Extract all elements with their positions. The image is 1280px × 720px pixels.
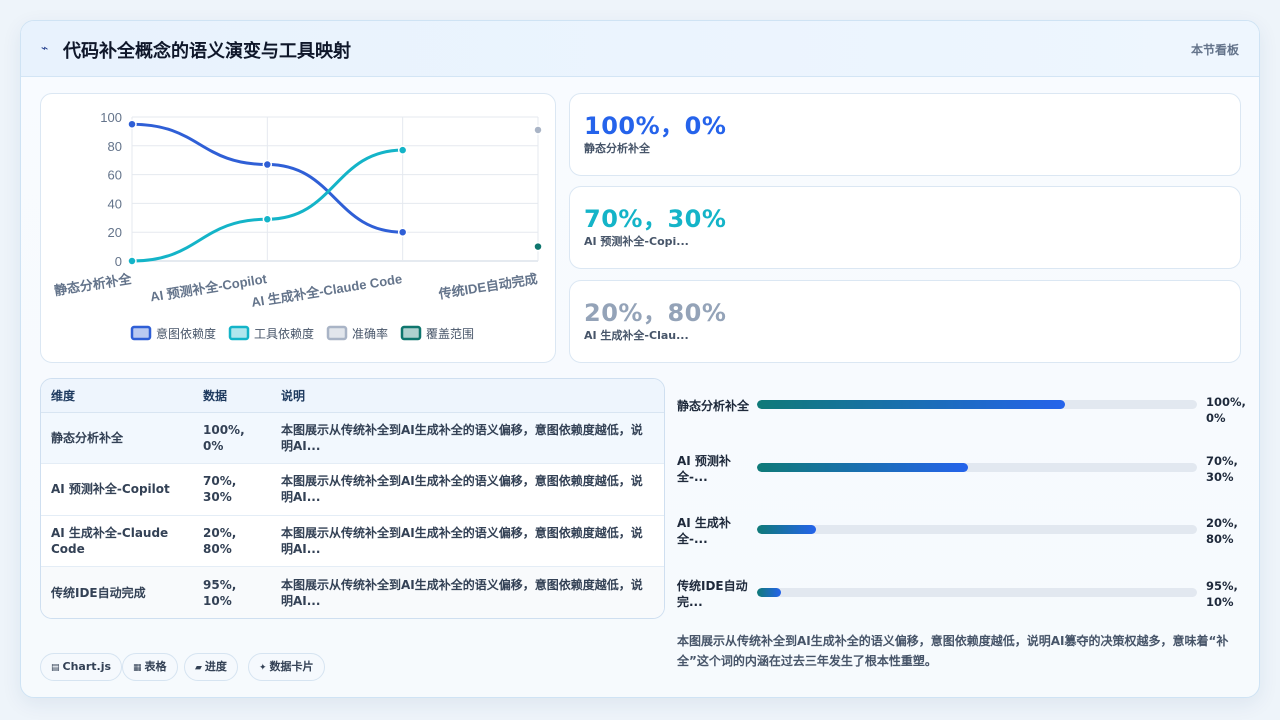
progress-row: 静态分析补全 100%, 0% — [677, 394, 1246, 434]
table-row: 静态分析补全 100%, 0% 本图展示从传统补全到AI生成补全的语义偏移，意图… — [41, 412, 664, 464]
chip-label: 数据卡片 — [269, 660, 314, 673]
stat-card-copilot: 70%，30% AI 预测补全-Copi... — [569, 186, 1241, 269]
progress-track — [757, 400, 1197, 409]
cell-dimension: 静态分析补全 — [41, 412, 193, 464]
cell-data: 20%, 80% — [193, 515, 271, 567]
progress-label: 静态分析补全 — [677, 399, 750, 413]
cell-data: 70%, 30% — [193, 463, 271, 516]
table-row: AI 生成补全-Claude Code 20%, 80% 本图展示从传统补全到A… — [41, 515, 664, 567]
progress-track — [757, 525, 1197, 534]
progress-fill — [757, 400, 1065, 409]
data-table: 维度 数据 说明 静态分析补全 100%, 0% 本图展示从传统补全到AI生成补… — [41, 379, 664, 618]
progress-value: 100%, 0% — [1206, 395, 1246, 425]
data-table-card: 维度 数据 说明 静态分析补全 100%, 0% 本图展示从传统补全到AI生成补… — [40, 378, 665, 619]
progress-label: AI 生成补全-... — [677, 516, 731, 546]
column-header-data: 数据 — [193, 379, 271, 413]
cell-data: 100%, 0% — [193, 412, 271, 464]
stat-label: AI 生成补全-Clau... — [584, 329, 689, 342]
data-point — [127, 256, 137, 266]
data-point — [397, 145, 408, 155]
summary-text: 本图展示从传统补全到AI生成补全的语义偏移，意图依赖度越低，说明AI篡夺的决策权… — [677, 634, 1229, 668]
progress-value: 20%, 80% — [1206, 516, 1238, 546]
data-point — [262, 214, 273, 224]
cell-description: 本图展示从传统补全到AI生成补全的语义偏移，意图依赖度越低，说明AI... — [271, 515, 664, 567]
cell-description: 本图展示从传统补全到AI生成补全的语义偏移，意图依赖度越低，说明AI... — [271, 463, 664, 516]
chart-icon: ▤ — [51, 663, 60, 673]
cell-data: 95%, 10% — [203, 577, 237, 608]
progress-fill — [757, 525, 817, 534]
chip-label: 进度 — [204, 660, 227, 673]
dashboard-frame: ⌁ 代码补全概念的语义演变与工具映射 本节看板 0 20 40 60 80 100 静态分析… — [20, 20, 1260, 698]
y-tick-label: 20 — [108, 225, 122, 240]
chip-table[interactable]: ▦ 表格 — [122, 653, 178, 681]
chip-label: Chart.js — [62, 660, 112, 673]
legend-swatch — [326, 325, 348, 341]
progress-track — [757, 463, 1197, 472]
x-tick-label: AI 生成补全-Claude Code — [250, 271, 403, 310]
progress-icon: ▰ — [195, 663, 202, 673]
table-row: 传统IDE自动完成 95%, 10% 本图展示从传统补全到AI生成补全的语义偏移… — [41, 566, 664, 618]
stat-value: 20%，80% — [584, 299, 727, 327]
legend-label: 覆盖范围 — [426, 327, 474, 341]
stat-value: 100%，0% — [584, 112, 727, 140]
y-tick-label: 0 — [115, 254, 122, 269]
chip-data-cards[interactable]: ✦ 数据卡片 — [248, 653, 325, 681]
x-tick-label: 传统IDE自动完成 — [437, 271, 539, 302]
progress-value: 95%, 10% — [1206, 579, 1238, 609]
legend-label: 工具依赖度 — [254, 326, 314, 341]
sparkle-icon: ✦ — [259, 663, 267, 673]
cell-description: 本图展示从传统补全到AI生成补全的语义偏移，意图依赖度越低，说明AI... — [281, 577, 643, 608]
data-point — [262, 159, 273, 170]
table-icon: ▦ — [133, 663, 142, 673]
data-point — [397, 227, 408, 237]
chip-label: 表格 — [144, 660, 167, 673]
progress-fill — [757, 463, 969, 472]
progress-label: AI 预测补全-... — [677, 454, 731, 484]
chip-chartjs[interactable]: ▤ Chart.js — [40, 653, 123, 681]
y-tick-label: 60 — [108, 168, 122, 183]
cell-dimension: AI 预测补全-Copilot — [41, 463, 193, 516]
legend-label: 准确率 — [352, 326, 388, 341]
stat-label: AI 预测补全-Copi... — [584, 235, 689, 248]
stat-card-static: 100%，0% 静态分析补全 — [569, 93, 1241, 176]
table-row: AI 预测补全-Copilot 70%, 30% 本图展示从传统补全到AI生成补… — [41, 463, 664, 516]
chip-progress[interactable]: ▰ 进度 — [184, 653, 238, 681]
cell-dimension: 传统IDE自动完成 — [51, 585, 146, 600]
section-badge: 本节看板 — [1190, 43, 1239, 57]
data-point — [533, 125, 543, 135]
legend-swatch — [400, 325, 422, 341]
legend-swatch — [130, 325, 152, 341]
y-tick-label: 40 — [108, 196, 122, 211]
y-tick-label: 80 — [108, 139, 122, 154]
progress-value: 70%, 30% — [1206, 454, 1238, 484]
progress-row: AI 生成补全-... 20%, 80% — [677, 515, 1241, 555]
data-point — [127, 119, 137, 129]
stat-card-claude: 20%，80% AI 生成补全-Clau... — [569, 280, 1241, 363]
stat-value: 70%，30% — [584, 205, 727, 233]
data-point — [533, 241, 543, 252]
cell-description: 本图展示从传统补全到AI生成补全的语义偏移，意图依赖度越低，说明AI... — [271, 412, 664, 464]
column-header-dimension: 维度 — [41, 379, 193, 413]
progress-label: 传统IDE自动完... — [677, 579, 748, 609]
column-header-description: 说明 — [271, 379, 664, 413]
progress-fill — [757, 588, 782, 597]
x-tick-label: 静态分析补全 — [53, 271, 133, 298]
header-bar: ⌁ 代码补全概念的语义演变与工具映射 本节看板 — [21, 21, 1259, 77]
y-tick-label: 100 — [100, 110, 122, 125]
line-chart: 020406080100静态分析补全 AI 预测补全-CopilotAI 生成补全… — [53, 110, 543, 341]
cell-dimension: AI 生成补全-Claude Code — [41, 515, 193, 567]
progress-track — [757, 588, 1197, 597]
page-title: 代码补全概念的语义演变与工具映射 — [63, 41, 351, 62]
line-chart-card: 0 20 40 60 80 100 静态分析补全 AI 预测补全-Copilot AI 生成补全… — [40, 93, 556, 363]
stat-label: 静态分析补全 — [584, 142, 650, 155]
progress-row: 传统IDE自动完... 95%, 10% — [677, 578, 1241, 618]
legend-swatch — [228, 325, 250, 341]
table-header-row: 维度 数据 说明 — [41, 379, 664, 413]
progress-row: AI 预测补全-... 70%, 30% — [677, 453, 1241, 493]
spark-icon: ⌁ — [41, 41, 49, 55]
legend-label: 意图依赖度 — [156, 326, 216, 341]
